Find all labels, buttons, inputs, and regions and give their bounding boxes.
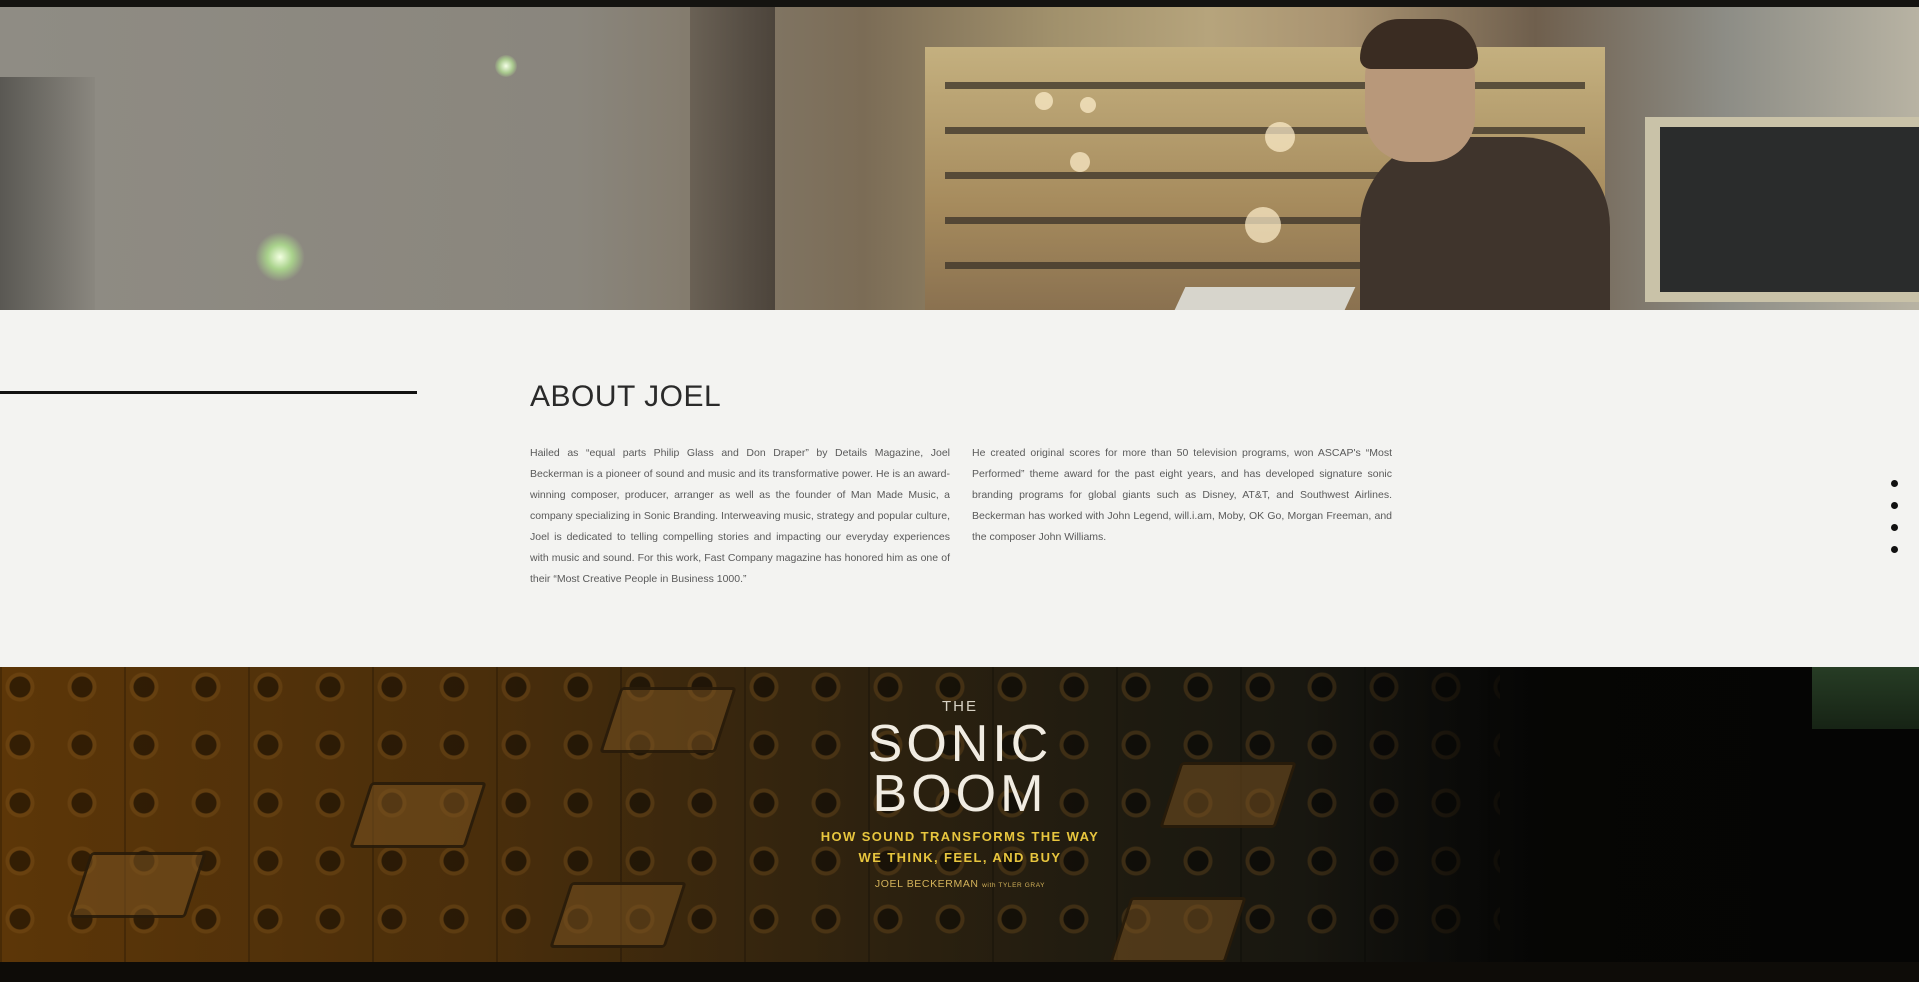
about-paragraph-1: Hailed as “equal parts Philip Glass and … bbox=[530, 447, 950, 585]
book-banner[interactable]: THE SONIC BOOM HOW SOUND TRANSFORMS THE … bbox=[0, 667, 1919, 962]
section-nav-dot[interactable] bbox=[1891, 524, 1898, 531]
vu-meter bbox=[349, 782, 487, 848]
vu-meter bbox=[549, 882, 687, 948]
hero-bokeh bbox=[1035, 92, 1053, 110]
about-title: ABOUT JOEL bbox=[530, 380, 722, 413]
hero-bokeh bbox=[1265, 122, 1295, 152]
about-section: ABOUT JOEL Hailed as “equal parts Philip… bbox=[0, 310, 1919, 667]
book-coauthor: with TYLER GRAY bbox=[982, 882, 1046, 889]
banner-edge-light bbox=[1812, 667, 1919, 729]
hero-person-shirt bbox=[1360, 137, 1610, 310]
vu-meter bbox=[599, 687, 737, 753]
hero-monitor-screen bbox=[1660, 127, 1919, 292]
hero-bokeh bbox=[1245, 207, 1281, 243]
vu-meter bbox=[1109, 897, 1247, 962]
section-rule bbox=[0, 391, 417, 394]
section-nav-dot[interactable] bbox=[1891, 480, 1898, 487]
book-title-line-1: SONIC bbox=[867, 715, 1053, 773]
about-paragraph-2: He created original scores for more than… bbox=[972, 447, 1392, 543]
hero-bokeh bbox=[1070, 152, 1090, 172]
top-bar bbox=[0, 0, 1919, 7]
hero-person-hair bbox=[1360, 19, 1478, 69]
hero-slat bbox=[945, 82, 1585, 89]
book-subtitle-line-2: WE THINK, FEEL, AND BUY bbox=[858, 850, 1062, 865]
hero-sheet-music bbox=[1174, 287, 1356, 310]
book-subtitle-line-1: HOW SOUND TRANSFORMS THE WAY bbox=[820, 829, 1100, 844]
section-nav-dots bbox=[1889, 480, 1901, 568]
hero-light-glow bbox=[255, 232, 305, 282]
book-title-line-2: BOOM bbox=[872, 765, 1048, 823]
bottom-bar bbox=[0, 962, 1919, 982]
hero-bokeh bbox=[1080, 97, 1096, 113]
hero-studio-photo bbox=[0, 7, 1919, 310]
book-author-name: JOEL BECKERMAN bbox=[874, 878, 979, 890]
book-author: JOEL BECKERMAN with TYLER GRAY bbox=[760, 878, 1160, 890]
section-nav-dot[interactable] bbox=[1891, 502, 1898, 509]
section-nav-dot[interactable] bbox=[1891, 546, 1898, 553]
vu-meter bbox=[69, 852, 207, 918]
hero-light-glow bbox=[495, 55, 517, 77]
book-the: THE bbox=[942, 698, 978, 715]
vu-meter bbox=[1159, 762, 1297, 828]
hero-pillar bbox=[690, 7, 775, 310]
hero-equipment-left bbox=[0, 77, 95, 310]
